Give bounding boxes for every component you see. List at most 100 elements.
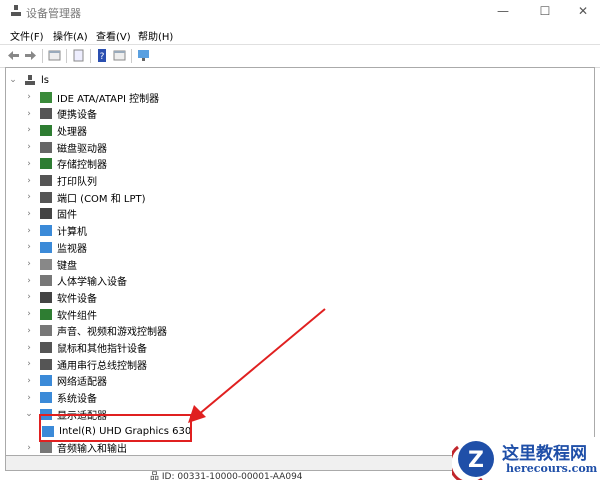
menu-bar: 文件(F) 操作(A) 查看(V) 帮助(H) xyxy=(0,24,600,44)
chevron-right-icon[interactable]: › xyxy=(24,259,34,269)
highlight-box xyxy=(39,414,192,442)
show-hide-tree-icon[interactable] xyxy=(48,49,61,62)
annotation-arrow xyxy=(188,308,326,423)
device-icon xyxy=(40,108,52,120)
tree-category-item[interactable]: › 固件 xyxy=(24,206,77,222)
chevron-right-icon[interactable]: › xyxy=(24,393,34,403)
chevron-down-icon[interactable]: ⌄ xyxy=(24,409,34,419)
tree-category-item[interactable]: › 端口 (COM 和 LPT) xyxy=(24,189,146,205)
device-icon xyxy=(40,175,52,186)
chevron-right-icon[interactable]: › xyxy=(24,309,34,319)
device-icon xyxy=(40,208,52,220)
action-pane-icon[interactable] xyxy=(113,49,126,62)
properties-icon[interactable] xyxy=(72,49,85,62)
tree-category-item[interactable]: › IDE ATA/ATAPI 控制器 xyxy=(24,89,159,105)
item-label: 音频输入和输出 xyxy=(57,444,127,456)
tree-root[interactable]: ⌄ ls xyxy=(8,72,49,88)
toolbar: ? xyxy=(0,44,600,68)
menu-file[interactable]: 文件(F) xyxy=(10,28,44,43)
chevron-right-icon[interactable]: › xyxy=(24,142,34,152)
menu-view[interactable]: 查看(V) xyxy=(96,28,131,43)
item-label: 通用串行总线控制器 xyxy=(57,360,147,372)
device-icon xyxy=(40,91,52,103)
item-label: 计算机 xyxy=(57,227,87,239)
device-icon xyxy=(40,124,52,136)
menu-help[interactable]: 帮助(H) xyxy=(138,28,173,43)
device-icon xyxy=(40,225,52,237)
chevron-right-icon[interactable]: › xyxy=(24,209,34,219)
item-label: 磁盘驱动器 xyxy=(57,143,107,155)
chevron-right-icon[interactable]: › xyxy=(24,125,34,135)
item-label: 处理器 xyxy=(57,126,87,138)
tree-category-item[interactable]: › 鼠标和其他指针设备 xyxy=(24,340,147,356)
item-label: 监视器 xyxy=(57,243,87,255)
item-label: 端口 (COM 和 LPT) xyxy=(57,193,146,205)
device-icon xyxy=(40,291,52,303)
chevron-right-icon[interactable]: › xyxy=(24,292,34,302)
chevron-right-icon[interactable]: › xyxy=(24,326,34,336)
chevron-right-icon[interactable]: › xyxy=(24,176,34,186)
svg-text:Z: Z xyxy=(468,448,484,473)
tree-category-item[interactable]: › 声音、视频和游戏控制器 xyxy=(24,323,167,339)
root-label: ls xyxy=(41,74,49,86)
chevron-right-icon[interactable]: › xyxy=(24,92,34,102)
tree-category-item[interactable]: › 通用串行总线控制器 xyxy=(24,356,147,372)
close-button[interactable]: ✕ xyxy=(568,4,598,18)
device-icon xyxy=(40,241,52,253)
tree-category-item[interactable]: › 软件组件 xyxy=(24,306,97,322)
chevron-right-icon[interactable]: › xyxy=(24,376,34,386)
minimize-button[interactable]: — xyxy=(488,4,518,18)
item-label: 固件 xyxy=(57,210,77,222)
chevron-right-icon[interactable]: › xyxy=(24,443,34,453)
tree-category-item[interactable]: › 存储控制器 xyxy=(24,156,107,172)
device-icon xyxy=(40,375,52,387)
device-icon xyxy=(40,191,52,203)
chevron-right-icon[interactable]: › xyxy=(24,226,34,236)
device-icon xyxy=(40,258,52,270)
device-icon xyxy=(40,342,52,353)
item-label: 键盘 xyxy=(57,260,77,272)
menu-action[interactable]: 操作(A) xyxy=(53,28,88,43)
chevron-right-icon[interactable]: › xyxy=(24,276,34,286)
device-manager-icon xyxy=(11,5,21,16)
item-label: 打印队列 xyxy=(57,177,97,188)
tree-category-item[interactable]: › 便携设备 xyxy=(24,106,97,122)
item-label: 系统设备 xyxy=(57,394,97,406)
forward-icon[interactable] xyxy=(24,49,37,62)
watermark-name: 这里教程网 xyxy=(502,444,587,464)
back-icon[interactable] xyxy=(7,49,20,62)
tree-category-item[interactable]: › 音频输入和输出 xyxy=(24,440,127,456)
device-icon xyxy=(40,141,52,153)
tree-category-item[interactable]: › 软件设备 xyxy=(24,289,97,305)
item-label: 网络适配器 xyxy=(57,377,107,389)
monitor-icon[interactable] xyxy=(137,49,150,62)
tree-category-item[interactable]: › 监视器 xyxy=(24,239,87,255)
chevron-right-icon[interactable]: › xyxy=(24,242,34,252)
tree-category-item[interactable]: › 键盘 xyxy=(24,256,77,272)
item-label: IDE ATA/ATAPI 控制器 xyxy=(57,93,160,105)
chevron-right-icon[interactable]: › xyxy=(24,192,34,202)
item-label: 软件组件 xyxy=(57,310,97,322)
tree-category-item[interactable]: › 人体学输入设备 xyxy=(24,273,127,289)
device-icon xyxy=(40,158,52,170)
tree-category-item[interactable]: › 系统设备 xyxy=(24,390,97,406)
maximize-button[interactable]: ☐ xyxy=(530,4,560,18)
device-icon xyxy=(40,308,52,320)
product-id-text: 品 ID: 00331-10000-00001-AA094 xyxy=(150,472,303,482)
help-icon[interactable]: ? xyxy=(96,49,109,62)
tree-category-item[interactable]: › 磁盘驱动器 xyxy=(24,139,107,155)
chevron-right-icon[interactable]: › xyxy=(24,159,34,169)
tree-category-item[interactable]: › 网络适配器 xyxy=(24,373,107,389)
chevron-right-icon[interactable]: › xyxy=(24,359,34,369)
device-icon xyxy=(40,275,52,287)
tree-category-item[interactable]: › 处理器 xyxy=(24,122,87,138)
device-icon xyxy=(40,325,52,337)
tree-category-item[interactable]: › 计算机 xyxy=(24,223,87,239)
chevron-right-icon[interactable]: › xyxy=(24,343,34,353)
device-icon xyxy=(40,392,52,404)
device-icon xyxy=(40,442,52,454)
tree-category-item[interactable]: › 打印队列 xyxy=(24,173,97,189)
chevron-right-icon[interactable]: › xyxy=(24,109,34,119)
chevron-down-icon[interactable]: ⌄ xyxy=(8,75,18,85)
item-label: 声音、视频和游戏控制器 xyxy=(57,327,167,339)
